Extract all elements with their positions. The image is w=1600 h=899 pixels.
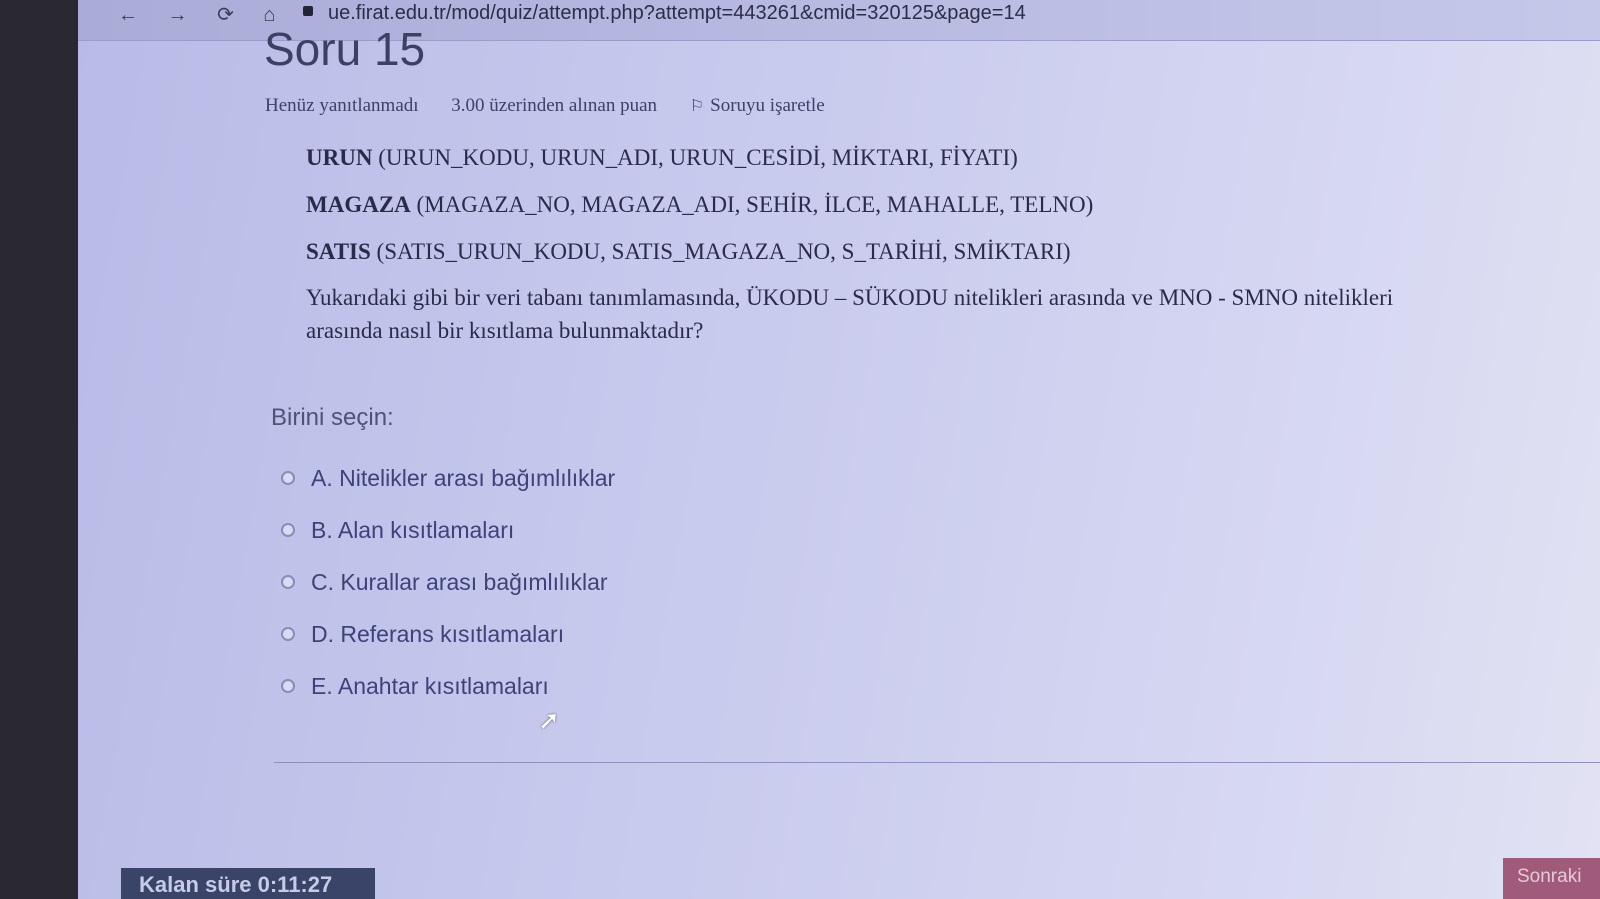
option-label: E. Anahtar kısıtlamaları [311, 672, 549, 699]
schema-magaza: MAGAZA (MAGAZA_NO, MAGAZA_ADI, SEHİR, İL… [306, 189, 1426, 220]
answer-prompt: Birini seçin: [271, 404, 394, 431]
question-prompt: Yukarıdaki gibi bir veri tabanı tanımlam… [306, 285, 1394, 344]
schema-table-name: URUN [306, 145, 373, 170]
option-label: C. Kurallar arası bağımlılıklar [311, 568, 608, 595]
option-label: D. Referans kısıtlamaları [311, 620, 565, 647]
option-d[interactable]: D. Referans kısıtlamaları [281, 608, 615, 660]
schema-satis: SATIS (SATIS_URUN_KODU, SATIS_MAGAZA_NO,… [306, 236, 1426, 267]
option-b[interactable]: B. Alan kısıtlamaları [281, 504, 615, 556]
radio-button[interactable] [281, 471, 295, 485]
answer-options: A. Nitelikler arası bağımlılıklar B. Ala… [281, 452, 615, 712]
option-label: B. Alan kısıtlamaları [311, 516, 515, 543]
option-label: A. Nitelikler arası bağımlılıklar [311, 464, 616, 491]
question-info: Henüz yanıtlanmadı 3.00 üzerinden alınan… [265, 95, 881, 117]
option-c[interactable]: C. Kurallar arası bağımlılıklar [281, 556, 615, 608]
divider [274, 762, 1600, 763]
schema-fields: (MAGAZA_NO, MAGAZA_ADI, SEHİR, İLCE, MAH… [416, 192, 1094, 218]
flag-icon: ⚐ [689, 98, 705, 115]
schema-fields: (URUN_KODU, URUN_ADI, URUN_CESİDİ, MİKTA… [378, 145, 1018, 170]
screen: ← → ⟳ ⌂ ue.firat.edu.tr/mod/quiz/attempt… [78, 0, 1600, 899]
radio-button[interactable] [281, 679, 295, 693]
schema-urun: URUN (URUN_KODU, URUN_ADI, URUN_CESİDİ, … [306, 142, 1426, 173]
flag-question-label: Soruyu işaretle [710, 95, 825, 116]
radio-button[interactable] [281, 575, 295, 589]
url-field[interactable]: ue.firat.edu.tr/mod/quiz/attempt.php?att… [328, 2, 1026, 25]
schema-fields: (SATIS_URUN_KODU, SATIS_MAGAZA_NO, S_TAR… [376, 239, 1071, 265]
radio-button[interactable] [281, 627, 295, 641]
next-page-button[interactable]: Sonraki [1503, 858, 1600, 899]
browser-nav-icons[interactable]: ← → ⟳ ⌂ [118, 2, 288, 27]
schema-table-name: SATIS [306, 239, 371, 265]
question-points: 3.00 üzerinden alınan puan [451, 95, 658, 116]
option-a[interactable]: A. Nitelikler arası bağımlılıklar [281, 452, 615, 504]
option-e[interactable]: E. Anahtar kısıtlamaları [281, 660, 615, 712]
question-text-block: URUN (URUN_KODU, URUN_ADI, URUN_CESİDİ, … [306, 142, 1426, 348]
question-title: Soru 15 [264, 23, 426, 75]
schema-table-name: MAGAZA [306, 192, 411, 218]
radio-button[interactable] [281, 523, 295, 537]
time-remaining: Kalan süre 0:11:27 [121, 868, 375, 899]
flag-question-button[interactable]: ⚐ Soruyu işaretle [690, 95, 853, 116]
lock-icon [303, 6, 313, 16]
mouse-cursor-icon: ➚ [538, 705, 560, 735]
question-status: Henüz yanıtlanmadı [265, 95, 419, 116]
